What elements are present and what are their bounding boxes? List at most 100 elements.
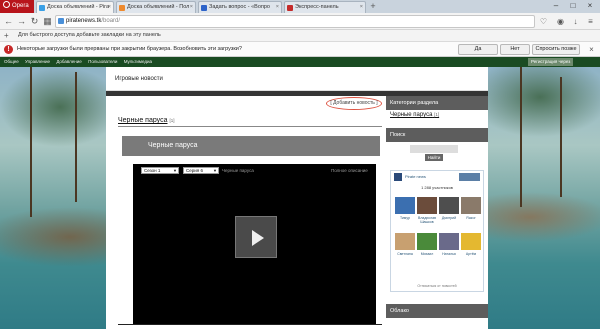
avatar[interactable] bbox=[461, 197, 481, 214]
group-logo-icon bbox=[394, 173, 402, 181]
site-link[interactable]: Добавление bbox=[56, 59, 82, 64]
url-field[interactable]: piratenews.tk/board/ bbox=[55, 15, 535, 28]
opera-menu-button[interactable]: Opera bbox=[0, 0, 34, 13]
web-page: Игровые новости [ Добавить новость ] Чер… bbox=[0, 67, 600, 329]
tab-board-2[interactable]: Доска объявлений - Пол × bbox=[116, 1, 196, 13]
favicon-icon bbox=[39, 5, 45, 11]
member-name[interactable]: Владислав Шашков bbox=[416, 216, 438, 224]
avatar[interactable] bbox=[417, 233, 437, 250]
heart-icon[interactable]: ♡ bbox=[538, 16, 549, 27]
tab-title: Экспресс-панель bbox=[295, 4, 339, 10]
season-select[interactable]: Сезон 1 ▼ bbox=[141, 167, 179, 174]
vk-group-name[interactable]: Pirate news bbox=[405, 171, 426, 183]
no-button[interactable]: Нет bbox=[500, 44, 530, 55]
chevron-down-icon: ▼ bbox=[173, 168, 177, 173]
bookmarks-hint: Для быстрого доступа добавьте закладки н… bbox=[18, 32, 161, 38]
avatar[interactable] bbox=[395, 233, 415, 250]
vk-widget-header: Pirate news bbox=[391, 171, 483, 183]
tab-title: Доска объявлений - Pira bbox=[47, 4, 110, 10]
alert-icon: ! bbox=[4, 45, 13, 54]
video-player[interactable]: Сезон 1 ▼ Серия 6 ▼ Черные паруса Полное о… bbox=[133, 164, 376, 324]
member-name[interactable]: Razor bbox=[460, 216, 482, 220]
tab-title: Задать вопрос - «Вопро bbox=[209, 4, 270, 10]
right-sidebar: Категории раздела Черные паруса [1] Поис… bbox=[386, 96, 488, 329]
avatar[interactable] bbox=[461, 233, 481, 250]
tab-express-panel[interactable]: Экспресс-панель × bbox=[284, 1, 366, 13]
back-icon[interactable]: ← bbox=[3, 16, 14, 27]
url-host: piratenews.tk bbox=[66, 18, 102, 24]
search-button[interactable]: Найти bbox=[425, 154, 443, 161]
forward-icon[interactable]: → bbox=[16, 16, 27, 27]
extension-icon[interactable]: ◉ bbox=[555, 16, 566, 27]
download-notification-bar: ! Некоторые загрузки были прерваны при з… bbox=[0, 42, 600, 57]
video-other-link[interactable]: Полное описание bbox=[331, 167, 368, 174]
play-button[interactable] bbox=[235, 216, 277, 258]
menu-icon[interactable]: ≡ bbox=[585, 16, 596, 27]
new-tab-button[interactable]: + bbox=[368, 1, 378, 12]
news-block-title: Черные паруса bbox=[122, 136, 380, 156]
member-name[interactable]: Артём bbox=[460, 252, 482, 256]
category-count: [1] bbox=[169, 118, 175, 123]
member-name[interactable]: Тимур bbox=[394, 216, 416, 220]
favicon-icon bbox=[119, 5, 125, 11]
episode-select[interactable]: Серия 6 ▼ bbox=[183, 167, 219, 174]
add-bookmark-icon[interactable]: + bbox=[4, 30, 9, 41]
season-select-value: Сезон 1 bbox=[144, 168, 161, 173]
member-name[interactable]: Дмитрий bbox=[438, 216, 460, 220]
vk-widget: Pirate news 1 288 участников Тимур Влади… bbox=[390, 170, 484, 292]
ask-later-button[interactable]: Спросить позже bbox=[532, 44, 580, 55]
download-icon[interactable]: ↓ bbox=[570, 16, 581, 27]
search-header: Поиск bbox=[386, 128, 488, 142]
reload-icon[interactable]: ↻ bbox=[29, 16, 40, 27]
site-toolbar: Общее Управление Добавление Пользователи… bbox=[0, 57, 600, 67]
register-via-button[interactable]: Регистрация через bbox=[528, 58, 574, 66]
sidebar-category[interactable]: Черные паруса [1] bbox=[390, 112, 439, 118]
close-tab-icon[interactable]: × bbox=[190, 2, 193, 13]
tab-title: Доска объявлений - Пол bbox=[127, 4, 190, 10]
close-tab-icon[interactable]: × bbox=[276, 2, 279, 13]
search-input[interactable] bbox=[410, 145, 458, 153]
divider bbox=[118, 126, 382, 127]
avatar[interactable] bbox=[439, 197, 459, 214]
close-tab-icon[interactable]: × bbox=[360, 2, 363, 13]
site-link[interactable]: Мультимедиа bbox=[124, 59, 152, 64]
close-window-icon[interactable]: × bbox=[582, 0, 598, 13]
bookmarks-bar: + Для быстрого доступа добавьте закладки… bbox=[0, 30, 600, 42]
site-link[interactable]: Общее bbox=[4, 59, 19, 64]
close-tab-icon[interactable]: × bbox=[108, 2, 111, 13]
opera-menu-label: Opera bbox=[12, 3, 29, 9]
sidebar-category-link[interactable]: Черные паруса bbox=[390, 112, 432, 118]
avatar[interactable] bbox=[439, 233, 459, 250]
section-header: Игровые новости bbox=[106, 67, 488, 91]
video-title: Черные паруса bbox=[222, 168, 254, 173]
member-name[interactable]: Светлана bbox=[394, 252, 416, 256]
address-bar-row: ← → ↻ ▦ piratenews.tk/board/ ♡ ◉ ↓ ≡ bbox=[0, 13, 600, 30]
vk-unsubscribe-link[interactable]: Отписаться от новостей bbox=[391, 284, 483, 288]
tab-question[interactable]: Задать вопрос - «Вопро × bbox=[198, 1, 282, 13]
opera-logo-icon bbox=[3, 1, 10, 8]
tag-cloud-header: Облако bbox=[386, 304, 488, 318]
minimize-icon[interactable]: – bbox=[548, 0, 564, 13]
url-path: /board/ bbox=[101, 18, 121, 24]
member-name[interactable]: Михаил bbox=[416, 252, 438, 256]
favicon-icon bbox=[287, 5, 293, 11]
add-news-link[interactable]: [ Добавить новость ] bbox=[326, 97, 382, 110]
favicon-icon bbox=[201, 5, 207, 11]
avatar[interactable] bbox=[417, 197, 437, 214]
member-name[interactable]: Наталья bbox=[438, 252, 460, 256]
site-link[interactable]: Управление bbox=[25, 59, 50, 64]
yes-button[interactable]: Да bbox=[458, 44, 498, 55]
site-info-icon[interactable] bbox=[58, 18, 64, 24]
main-content: [ Добавить новость ] Черные паруса [1] Ч… bbox=[114, 96, 386, 329]
category-link[interactable]: Черные паруса bbox=[118, 117, 168, 124]
category-breadcrumb: Черные паруса [1] bbox=[118, 117, 174, 124]
home-grid-icon[interactable]: ▦ bbox=[42, 16, 53, 27]
chevron-down-icon: ▼ bbox=[213, 168, 217, 173]
vk-join-button[interactable] bbox=[459, 173, 480, 181]
site-link[interactable]: Пользователи bbox=[88, 59, 117, 64]
close-notification-icon[interactable]: × bbox=[586, 44, 597, 55]
tab-board[interactable]: Доска объявлений - Pira × bbox=[36, 1, 114, 13]
maximize-icon[interactable]: □ bbox=[565, 0, 581, 13]
avatar[interactable] bbox=[395, 197, 415, 214]
content-column: Игровые новости [ Добавить новость ] Чер… bbox=[106, 67, 488, 329]
